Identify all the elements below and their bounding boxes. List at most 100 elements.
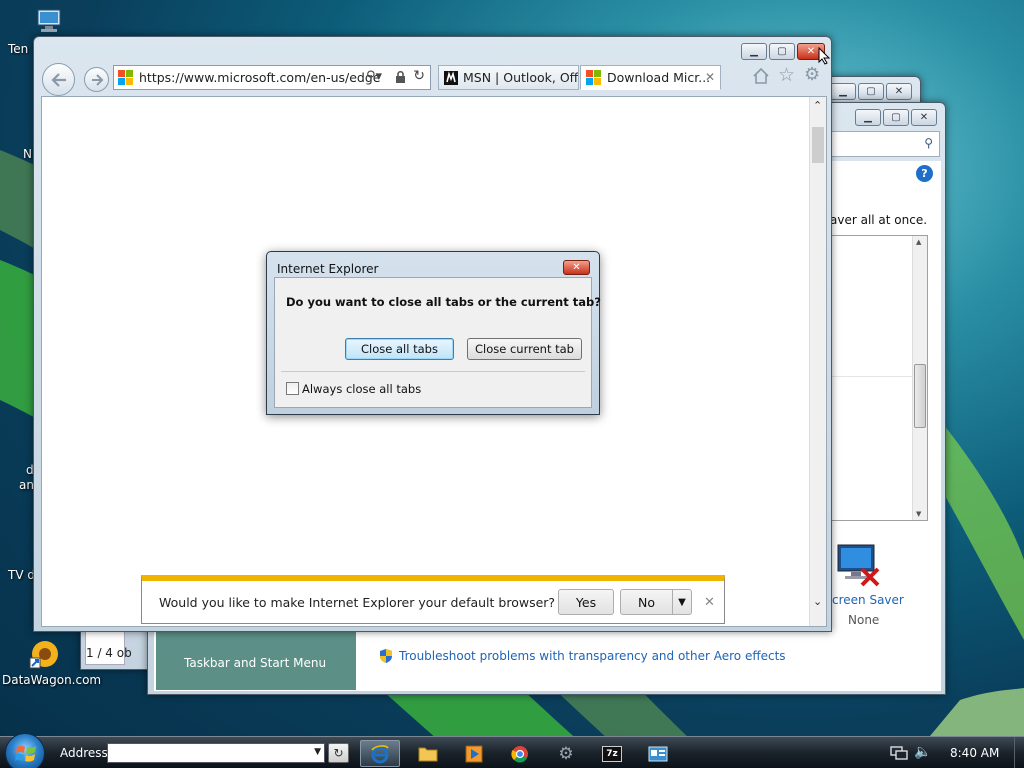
dialog-body: Do you want to close all tabs or the cur… xyxy=(274,277,601,408)
scrollbar-thumb[interactable] xyxy=(914,364,926,428)
microsoft-logo-icon xyxy=(118,70,133,85)
msn-icon xyxy=(444,70,458,85)
tab-label: MSN | Outlook, Off... xyxy=(463,70,579,85)
desktop-icon-label[interactable]: DataWagon.com xyxy=(2,673,101,687)
desktop-icon-label[interactable]: an xyxy=(19,478,34,492)
desktop-icon-label[interactable]: TV d xyxy=(8,568,35,582)
dialog-separator xyxy=(281,371,585,372)
taskbar-chrome-button[interactable] xyxy=(500,740,540,767)
scroll-up-button[interactable]: ⌃ xyxy=(813,99,822,112)
clock[interactable]: 8:40 AM xyxy=(950,746,999,760)
shield-icon xyxy=(380,649,392,663)
maximize-button[interactable]: ▢ xyxy=(769,43,795,60)
desktop-icon-label[interactable]: N xyxy=(23,147,32,161)
notification-close-icon[interactable]: ✕ xyxy=(704,595,715,610)
chevron-down-icon[interactable]: ▼ xyxy=(314,747,321,757)
preview-list: ▲ ▼ xyxy=(830,235,928,521)
help-icon[interactable]: ? xyxy=(916,165,933,182)
notification-message: Would you like to make Internet Explorer… xyxy=(159,595,556,610)
home-icon[interactable] xyxy=(752,67,770,87)
forward-button[interactable] xyxy=(84,67,109,92)
dialog-question: Do you want to close all tabs or the cur… xyxy=(286,295,601,309)
internet-explorer-icon xyxy=(371,744,389,763)
ie-toolbar: https://www.microsoft.com/en-us/edge ⚲▾ … xyxy=(40,63,825,96)
back-arrow-icon xyxy=(50,72,66,87)
lock-icon[interactable] xyxy=(395,70,406,86)
minimize-button[interactable]: ▁ xyxy=(855,109,881,126)
page-scrollbar[interactable]: ⌃ ⌄ xyxy=(809,97,826,626)
item-count-text: 1 / 4 ob xyxy=(86,646,132,660)
sunflower-icon xyxy=(29,641,58,669)
maximize-button[interactable]: ▢ xyxy=(883,109,909,126)
screen-saver-label[interactable]: creen Saver xyxy=(832,593,904,607)
media-player-icon xyxy=(465,745,483,762)
taskbar-media-player-button[interactable] xyxy=(454,740,494,767)
scroll-down-button[interactable]: ⌄ xyxy=(813,595,822,608)
taskbar: Address ▼ ↻ ⚙ 7z 🔈 8:40 AM xyxy=(0,733,1024,768)
description-fragment: aver all at once. xyxy=(830,213,928,227)
tab-download-microsoft[interactable]: Download Micr... ✕ xyxy=(580,65,721,90)
close-all-tabs-button[interactable]: Close all tabs xyxy=(345,338,454,360)
address-go-button[interactable]: ↻ xyxy=(328,743,349,763)
microsoft-logo-icon xyxy=(586,70,601,85)
chevron-down-icon: ▼ xyxy=(678,596,686,608)
left-nav-pane: Taskbar and Start Menu xyxy=(156,631,356,690)
address-bar[interactable]: https://www.microsoft.com/en-us/edge ⚲▾ … xyxy=(113,65,431,90)
taskbar-ie-button[interactable] xyxy=(360,740,400,767)
volume-icon[interactable]: 🔈 xyxy=(914,744,931,760)
background-window-controls: ▁ ▢ ✕ xyxy=(830,83,912,100)
taskbar-control-panel-button[interactable] xyxy=(638,740,678,767)
close-tabs-dialog[interactable]: Internet Explorer ✕ Do you want to close… xyxy=(266,251,601,415)
list-scrollbar[interactable]: ▲ ▼ xyxy=(912,236,927,520)
favorites-star-icon[interactable]: ☆ xyxy=(778,64,795,86)
show-desktop-button[interactable] xyxy=(1014,737,1024,768)
back-button[interactable] xyxy=(42,63,75,96)
search-box[interactable]: ⚲ xyxy=(828,131,940,157)
7zip-icon: 7z xyxy=(602,745,622,762)
minimize-button[interactable]: ▁ xyxy=(830,83,856,100)
scrollbar-thumb[interactable] xyxy=(812,127,824,163)
computer-desktop-icon[interactable] xyxy=(35,8,63,37)
datawagon-icon[interactable] xyxy=(28,638,62,673)
close-current-tab-button[interactable]: Close current tab xyxy=(467,338,582,360)
no-button[interactable]: No xyxy=(620,589,673,615)
gear-icon: ⚙ xyxy=(558,743,574,764)
troubleshoot-row[interactable]: Troubleshoot problems with transparency … xyxy=(378,648,786,664)
tab-label: Download Micr... xyxy=(607,70,711,85)
computer-icon xyxy=(37,9,61,32)
dialog-close-button[interactable]: ✕ xyxy=(563,260,590,275)
taskbar-settings-button[interactable]: ⚙ xyxy=(546,740,586,767)
personalization-window-controls: ▁ ▢ ✕ xyxy=(855,109,937,126)
maximize-button[interactable]: ▢ xyxy=(858,83,884,100)
settings-gear-icon[interactable]: ⚙ xyxy=(804,64,820,85)
tab-close-icon[interactable]: ✕ xyxy=(705,70,715,84)
no-options-dropdown[interactable]: ▼ xyxy=(672,589,692,615)
forward-arrow-icon xyxy=(91,73,103,86)
always-close-checkbox[interactable] xyxy=(286,382,299,395)
windows-logo-icon xyxy=(15,745,36,762)
tab-msn[interactable]: MSN | Outlook, Off... xyxy=(438,65,579,90)
taskbar-start-link[interactable]: Taskbar and Start Menu xyxy=(184,656,326,670)
screen-saver-value: None xyxy=(848,613,880,627)
yes-button[interactable]: Yes xyxy=(558,589,614,615)
troubleshoot-link[interactable]: Troubleshoot problems with transparency … xyxy=(399,649,786,663)
taskbar-7zip-button[interactable]: 7z xyxy=(592,740,632,767)
folder-icon xyxy=(418,747,438,761)
control-panel-icon xyxy=(648,746,668,761)
always-close-label[interactable]: Always close all tabs xyxy=(302,382,421,396)
address-text[interactable]: https://www.microsoft.com/en-us/edge xyxy=(139,70,380,85)
ie-window-controls: ▁ ▢ ✕ xyxy=(741,43,825,60)
search-icon[interactable]: ⚲ xyxy=(924,136,933,150)
screen-saver-item[interactable]: creen Saver None xyxy=(830,543,930,633)
taskbar-explorer-button[interactable] xyxy=(408,740,448,767)
address-toolbar-input[interactable]: ▼ xyxy=(107,743,325,763)
start-button[interactable] xyxy=(5,733,45,768)
desktop-icon-label[interactable]: Ten l xyxy=(8,42,35,56)
search-dropdown-icon[interactable]: ⚲▾ xyxy=(366,69,382,84)
close-button[interactable]: ✕ xyxy=(886,83,912,100)
network-icon[interactable] xyxy=(890,745,908,764)
refresh-icon[interactable]: ↻ xyxy=(413,68,425,84)
minimize-button[interactable]: ▁ xyxy=(741,43,767,60)
dialog-title: Internet Explorer xyxy=(277,262,379,276)
close-button[interactable]: ✕ xyxy=(911,109,937,126)
